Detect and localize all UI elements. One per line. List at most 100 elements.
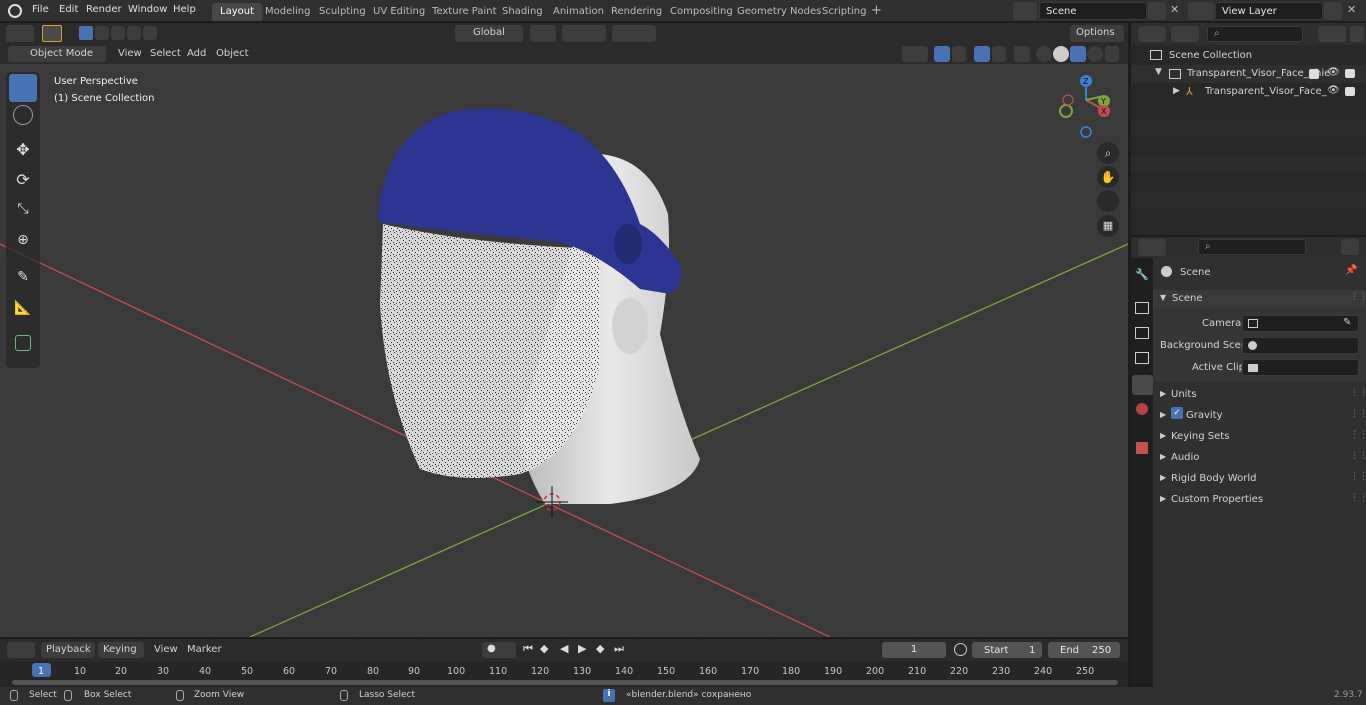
viewport-menu-view[interactable]: View — [118, 48, 142, 59]
select-tool-icon[interactable] — [42, 25, 62, 42]
panel-audio[interactable]: ▶ Audio ⋮⋮ — [1153, 448, 1366, 467]
camera-field[interactable]: ✎ — [1242, 315, 1359, 332]
outliner-new-collection-icon[interactable] — [1350, 26, 1364, 42]
jump-end-icon[interactable]: ⏭ — [614, 642, 624, 656]
menu-render[interactable]: Render — [86, 4, 122, 15]
pivot-point-icon[interactable] — [530, 25, 556, 42]
world-tab-icon[interactable] — [1136, 403, 1148, 415]
zoom-view-icon[interactable]: ⌕ — [1097, 142, 1119, 164]
options-dropdown[interactable]: Options — [1070, 25, 1124, 42]
shading-wireframe-icon[interactable] — [1036, 46, 1052, 62]
background-scene-field[interactable] — [1242, 337, 1359, 354]
scene-tab-icon[interactable] — [1132, 375, 1153, 395]
add-cube-tool-icon[interactable] — [15, 335, 31, 351]
drag-handle-icon[interactable]: ⋮⋮ — [1350, 493, 1366, 503]
timeline-menu-marker[interactable]: Marker — [187, 644, 222, 655]
editor-type-icon[interactable] — [6, 25, 34, 42]
timeline-scrollbar[interactable] — [12, 680, 1118, 685]
timeline-menu-view[interactable]: View — [154, 644, 178, 655]
cursor-tool-icon[interactable] — [13, 105, 33, 125]
viewport-menu-object[interactable]: Object — [216, 48, 249, 59]
pan-view-icon[interactable]: ✋ — [1097, 166, 1119, 188]
prev-keyframe-icon[interactable]: ◆ — [540, 642, 548, 655]
select-mode-subtract-icon[interactable] — [111, 26, 125, 40]
select-mode-intersect-icon[interactable] — [143, 26, 157, 40]
end-frame-field[interactable]: End 250 — [1048, 642, 1120, 658]
3d-viewport[interactable]: Z Y X User Perspective (1) Scene Collect… — [0, 64, 1128, 637]
menu-window[interactable]: Window — [128, 4, 167, 15]
view-layer-field[interactable]: View Layer — [1215, 2, 1323, 20]
annotate-tool-icon[interactable]: ✎ — [9, 269, 37, 297]
visibility-icon[interactable] — [902, 46, 928, 62]
drag-handle-icon[interactable]: ⋮⋮ — [1350, 388, 1366, 398]
tab-shading[interactable]: Shading — [494, 3, 551, 21]
overlay-toggle-icon[interactable] — [974, 46, 990, 62]
jump-start-icon[interactable]: ⏮ — [523, 642, 533, 656]
tab-uv-editing[interactable]: UV Editing — [365, 3, 433, 21]
ortho-toggle-icon[interactable]: ▦ — [1097, 215, 1119, 237]
camera-render-icon[interactable] — [1345, 69, 1355, 78]
panel-custom-properties[interactable]: ▶ Custom Properties ⋮⋮ — [1153, 490, 1366, 509]
tab-layout[interactable]: Layout — [212, 3, 262, 21]
tab-scripting[interactable]: Scripting — [814, 3, 874, 21]
outliner-row-scene-collection[interactable]: Scene Collection — [1131, 47, 1366, 65]
tab-animation[interactable]: Animation — [545, 3, 612, 21]
tab-rendering[interactable]: Rendering — [603, 3, 670, 21]
view-layer-icon[interactable] — [1188, 2, 1214, 20]
shading-rendered-icon[interactable] — [1087, 46, 1103, 62]
view-layer-tab-icon[interactable] — [1135, 352, 1149, 364]
properties-search-input[interactable]: ⌕ — [1198, 239, 1306, 255]
preview-range-icon[interactable] — [954, 643, 967, 656]
xray-toggle-icon[interactable] — [1014, 46, 1030, 62]
tab-modeling[interactable]: Modeling — [257, 3, 319, 21]
proportional-edit-icon[interactable] — [612, 25, 656, 42]
outliner-filter-icon[interactable] — [1318, 26, 1346, 42]
outliner-search-input[interactable]: ⌕ — [1207, 26, 1303, 42]
menu-file[interactable]: File — [32, 4, 49, 15]
view-layer-close-icon[interactable]: ✕ — [1347, 3, 1356, 16]
pin-icon[interactable]: 📌 — [1345, 265, 1357, 276]
shading-solid-icon[interactable] — [1053, 46, 1069, 62]
viewport-menu-select[interactable]: Select — [150, 48, 181, 59]
tool-tab-icon[interactable]: 🔧 — [1135, 268, 1149, 282]
shading-dropdown-icon[interactable] — [1105, 46, 1119, 62]
camera-render-icon[interactable] — [1345, 87, 1355, 96]
outliner-row-visor-collection[interactable]: ▼ Transparent_Visor_Face_Shie 👁 — [1131, 65, 1366, 83]
properties-editor-type-icon[interactable] — [1138, 239, 1166, 256]
panel-keying-sets[interactable]: ▶ Keying Sets ⋮⋮ — [1153, 427, 1366, 446]
gravity-checkbox[interactable]: ✓ — [1171, 407, 1183, 419]
panel-units[interactable]: ▶ Units ⋮⋮ — [1153, 385, 1366, 404]
tab-texture-paint[interactable]: Texture Paint — [424, 3, 505, 21]
eye-icon[interactable]: 👁 — [1327, 67, 1340, 78]
output-tab-icon[interactable] — [1135, 327, 1149, 339]
expand-chevron-icon[interactable]: ▶ — [1173, 86, 1180, 96]
blender-logo-icon[interactable] — [8, 4, 22, 18]
select-mode-new-icon[interactable] — [79, 26, 93, 40]
snap-icon[interactable] — [562, 25, 606, 42]
properties-options-icon[interactable] — [1341, 239, 1359, 255]
texture-tab-icon[interactable] — [1136, 442, 1148, 454]
select-mode-extend-icon[interactable] — [95, 26, 109, 40]
play-icon[interactable]: ▶ — [578, 642, 586, 655]
current-frame-field[interactable]: 1 — [882, 642, 946, 658]
eyedropper-icon[interactable]: ✎ — [1343, 317, 1351, 328]
drag-handle-icon[interactable]: ⋮⋮ — [1350, 451, 1366, 461]
scene-new-icon[interactable] — [1148, 2, 1166, 20]
record-button[interactable]: ● — [482, 642, 516, 658]
outliner-display-mode-icon[interactable] — [1171, 26, 1199, 42]
eye-icon[interactable]: 👁 — [1327, 85, 1340, 96]
select-mode-invert-icon[interactable] — [127, 26, 141, 40]
menu-help[interactable]: Help — [173, 4, 196, 15]
timeline-editor-type-icon[interactable] — [7, 642, 35, 658]
object-mode-dropdown[interactable]: Object Mode — [8, 46, 106, 62]
outliner-row-visor-object[interactable]: ▶ ⅄ Transparent_Visor_Face_ 👁 — [1131, 83, 1366, 101]
gizmo-dropdown-icon[interactable] — [952, 46, 966, 62]
keying-menu[interactable]: Keying — [98, 642, 144, 658]
expand-chevron-icon[interactable]: ▼ — [1155, 67, 1162, 77]
move-tool-icon[interactable]: ✥ — [9, 140, 37, 168]
transform-orientation-dropdown[interactable]: Global — [455, 25, 523, 42]
rotate-tool-icon[interactable]: ⟳ — [9, 170, 37, 198]
play-reverse-icon[interactable]: ◀ — [560, 642, 568, 655]
scale-tool-icon[interactable]: ⤡ — [9, 201, 37, 229]
add-workspace-icon[interactable]: + — [871, 3, 882, 18]
